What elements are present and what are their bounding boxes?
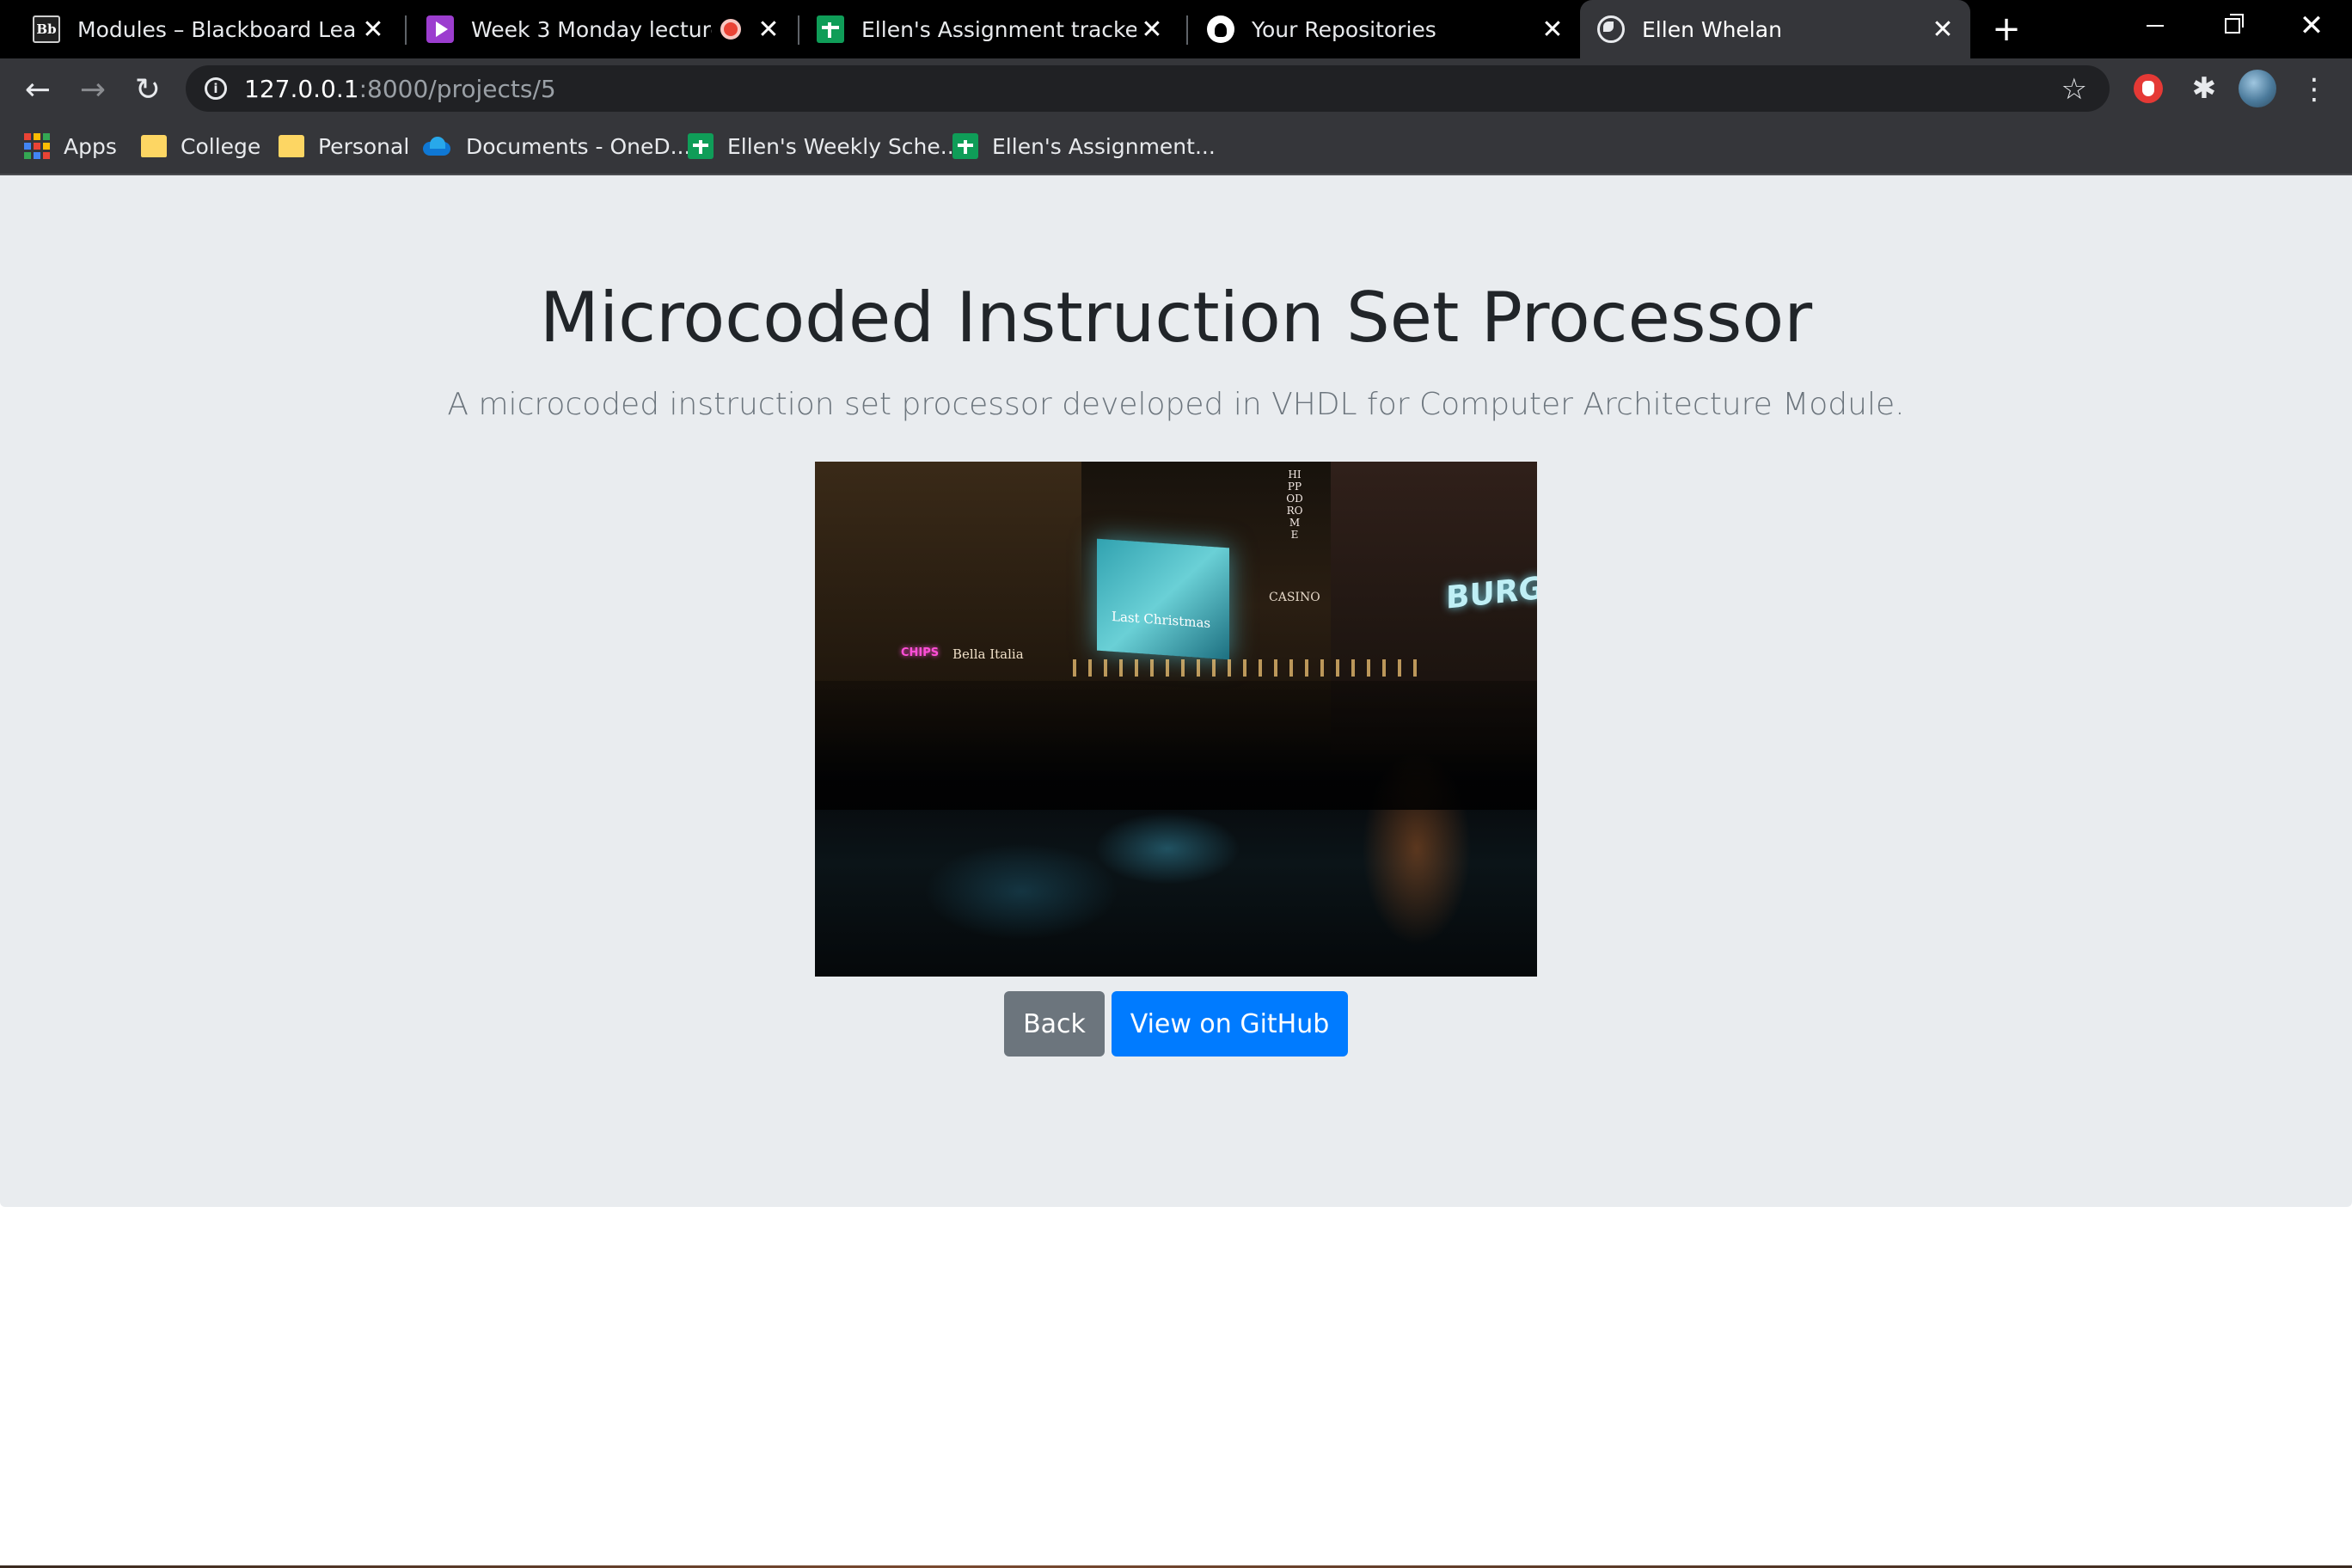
casino-sign: CASINO <box>1269 591 1320 604</box>
tab-separator <box>1186 15 1188 45</box>
back-button[interactable]: Back <box>1004 991 1105 1057</box>
forward-nav-icon[interactable]: → <box>70 67 115 112</box>
bookmark-label: Ellen's Weekly Sche... <box>727 133 961 159</box>
bookmarks-bar: Apps College Personal Documents - OneD..… <box>0 119 2352 175</box>
url-host: 127.0.0.1 <box>244 74 359 103</box>
close-tab-icon[interactable]: ✕ <box>1927 14 1958 45</box>
apps-grid-icon <box>24 133 50 159</box>
bookmark-label: Documents - OneD... <box>466 133 691 159</box>
tab-title: Your Repositories <box>1252 16 1436 42</box>
bookmark-apps[interactable]: Apps <box>24 129 117 163</box>
building-left <box>815 462 1081 685</box>
folder-icon <box>141 135 167 157</box>
tab-assignment-tracker[interactable]: Ellen's Assignment tracker - Go ✕ <box>799 0 1179 58</box>
site-info-icon[interactable]: i <box>205 77 227 100</box>
back-nav-icon[interactable]: ← <box>15 67 60 112</box>
adblock-extension-icon[interactable] <box>2134 74 2163 103</box>
bookmark-assignment[interactable]: Ellen's Assignment... <box>952 129 1216 163</box>
bookmark-label: Personal <box>318 133 410 159</box>
browser-menu-icon[interactable]: ⋮ <box>2299 72 2330 107</box>
close-tab-icon[interactable]: ✕ <box>1537 14 1568 45</box>
close-tab-icon[interactable]: ✕ <box>753 14 784 45</box>
reload-icon[interactable]: ↻ <box>126 67 170 112</box>
tab-separator <box>405 15 407 45</box>
billboard-screen <box>1097 538 1229 660</box>
bookmark-label: Apps <box>64 133 117 159</box>
bella-italia-sign: Bella Italia <box>952 646 1024 662</box>
close-tab-icon[interactable]: ✕ <box>1136 14 1167 45</box>
recording-indicator-icon <box>720 19 741 40</box>
bookmark-personal[interactable]: Personal <box>279 129 409 163</box>
bookmark-label: College <box>181 133 261 159</box>
url-text[interactable]: 127.0.0.1:8000/projects/5 <box>244 75 556 103</box>
folder-icon <box>279 135 304 157</box>
project-title: Microcoded Instruction Set Processor <box>539 278 1813 358</box>
bookmark-star-icon[interactable]: ☆ <box>2061 72 2087 107</box>
bookmark-label: Ellen's Assignment... <box>992 133 1216 159</box>
hippodrome-sign: HIPPODROME <box>1286 469 1303 541</box>
project-image: Last Christmas HIPPODROME CASINO BURGER … <box>815 462 1537 977</box>
tab-your-repositories[interactable]: Your Repositories ✕ <box>1190 0 1580 58</box>
github-icon <box>1207 15 1234 43</box>
chips-sign: CHIPS <box>901 646 940 659</box>
google-sheets-icon <box>952 133 978 159</box>
project-description: A microcoded instruction set processor d… <box>447 387 1905 422</box>
bookmark-onedrive[interactable]: Documents - OneD... <box>421 129 690 163</box>
restore-icon <box>2225 14 2244 34</box>
url-path: :8000/projects/5 <box>358 74 556 103</box>
string-lights <box>1073 659 1417 677</box>
tab-blackboard[interactable]: Bb Modules – Blackboard Learn ✕ <box>0 0 401 58</box>
profile-avatar[interactable] <box>2239 70 2276 107</box>
globe-icon <box>1597 15 1625 43</box>
blackboard-icon: Bb <box>33 15 60 43</box>
tab-title: Ellen Whelan <box>1642 16 1782 42</box>
onedrive-icon <box>421 133 452 159</box>
tab-ellen-whelan[interactable]: Ellen Whelan ✕ <box>1580 0 1970 58</box>
browser-toolbar: ← → ↻ i 127.0.0.1:8000/projects/5 ☆ ✱ ⋮ <box>0 58 2352 119</box>
stream-video-icon <box>426 15 454 43</box>
bookmark-college[interactable]: College <box>141 129 260 163</box>
tab-title: Week 3 Monday lecture - I <box>471 16 712 42</box>
new-tab-button[interactable]: + <box>1988 10 2025 48</box>
tab-title: Ellen's Assignment tracker - Go <box>861 16 1136 42</box>
view-on-github-button[interactable]: View on GitHub <box>1112 991 1348 1057</box>
tab-strip: Bb Modules – Blackboard Learn ✕ Week 3 M… <box>0 0 2352 58</box>
minimize-icon <box>2147 25 2164 27</box>
address-bar[interactable]: i 127.0.0.1:8000/projects/5 ☆ <box>186 65 2110 112</box>
google-sheets-icon <box>688 133 714 159</box>
google-sheets-icon <box>817 15 844 43</box>
restore-button[interactable] <box>2194 0 2271 52</box>
window-close-button[interactable]: ✕ <box>2273 0 2350 52</box>
tab-week3-lecture[interactable]: Week 3 Monday lecture - I ✕ <box>407 0 796 58</box>
close-tab-icon[interactable]: ✕ <box>358 14 389 45</box>
extensions-puzzle-icon[interactable]: ✱ <box>2187 71 2221 106</box>
bookmark-weekly-schedule[interactable]: Ellen's Weekly Sche... <box>688 129 961 163</box>
crowd-silhouette <box>815 681 1537 810</box>
tab-title: Modules – Blackboard Learn <box>77 16 358 42</box>
minimize-button[interactable] <box>2116 0 2194 52</box>
